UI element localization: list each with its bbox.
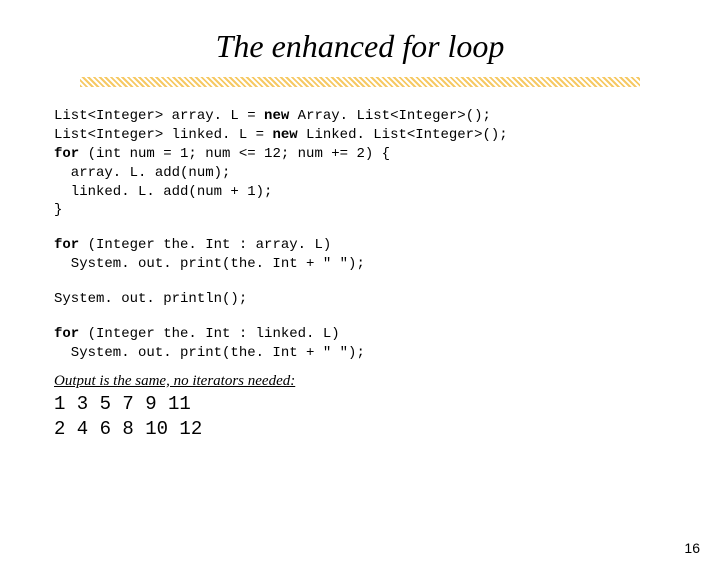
- output-line: 1 3 5 7 9 11: [54, 393, 666, 416]
- code-line: System. out. print(the. Int + " ");: [54, 344, 666, 363]
- code-line: for (int num = 1; num <= 12; num += 2) {: [54, 145, 666, 164]
- code-line: List<Integer> array. L = new Array. List…: [54, 107, 666, 126]
- code-line: for (Integer the. Int : array. L): [54, 236, 666, 255]
- code-block-1: List<Integer> array. L = new Array. List…: [54, 107, 666, 220]
- slide-content: List<Integer> array. L = new Array. List…: [54, 107, 666, 441]
- output-label: Output is the same, no iterators needed:: [54, 371, 666, 391]
- page-number: 16: [684, 540, 700, 556]
- code-line: List<Integer> linked. L = new Linked. Li…: [54, 126, 666, 145]
- code-line: }: [54, 201, 666, 220]
- code-block-3: System. out. println();: [54, 290, 666, 309]
- code-block-4: for (Integer the. Int : linked. L) Syste…: [54, 325, 666, 363]
- code-line: System. out. print(the. Int + " ");: [54, 255, 666, 274]
- output-line: 2 4 6 8 10 12: [54, 418, 666, 441]
- code-line: for (Integer the. Int : linked. L): [54, 325, 666, 344]
- code-block-2: for (Integer the. Int : array. L) System…: [54, 236, 666, 274]
- title-underline: [80, 77, 640, 87]
- code-line: linked. L. add(num + 1);: [54, 183, 666, 202]
- code-line: array. L. add(num);: [54, 164, 666, 183]
- slide-title: The enhanced for loop: [0, 28, 720, 65]
- code-line: System. out. println();: [54, 290, 666, 309]
